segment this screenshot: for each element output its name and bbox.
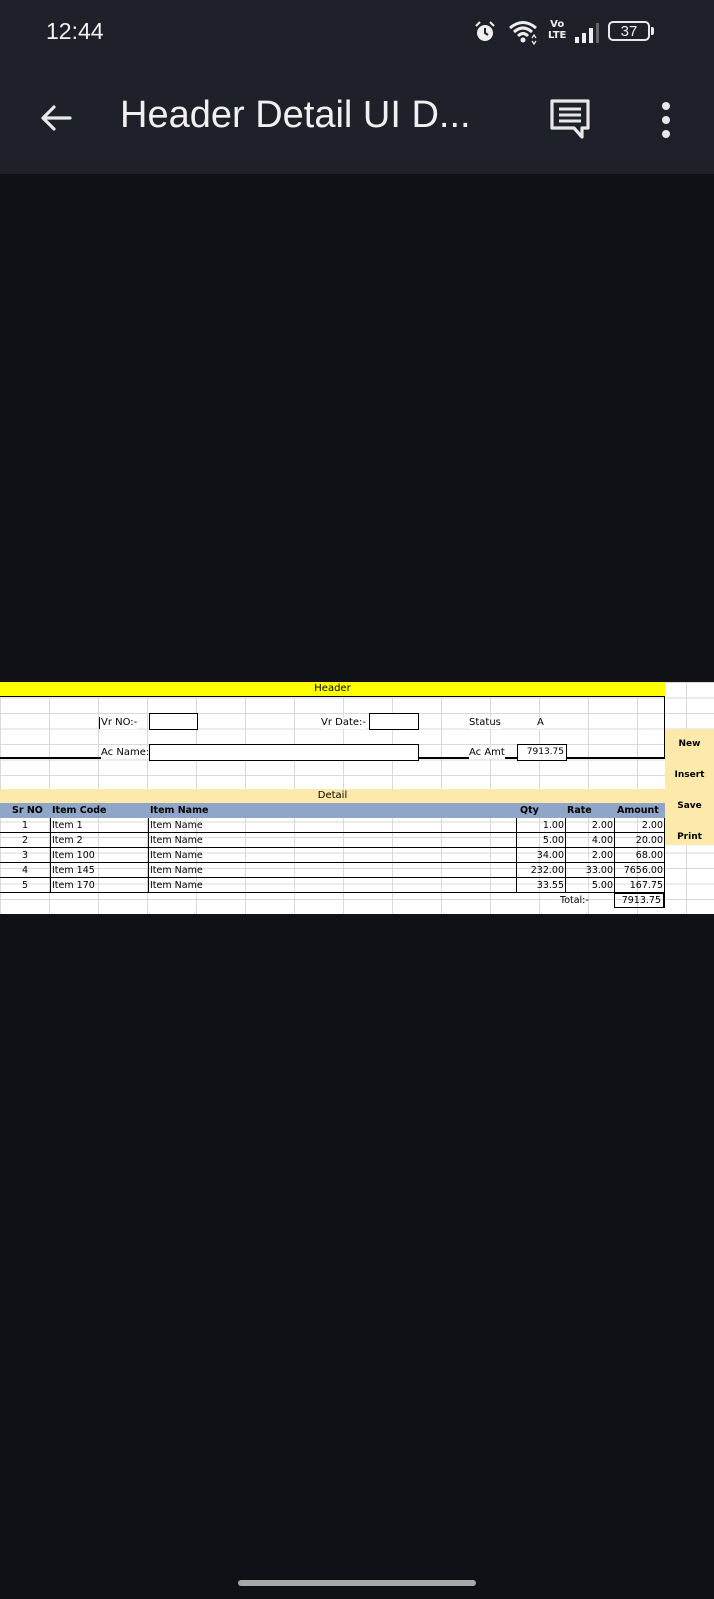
status-bar: 12:44 Vo LTE 37 bbox=[0, 0, 714, 66]
alarm-icon bbox=[475, 21, 495, 41]
col-qty: Qty bbox=[520, 805, 539, 816]
signal-icon bbox=[575, 23, 599, 43]
header-band: Header bbox=[0, 682, 665, 697]
cell-name: Item Name bbox=[150, 880, 203, 891]
page-title: Header Detail UI D... bbox=[120, 94, 471, 136]
cell-sr: 4 bbox=[22, 865, 29, 876]
gesture-nav-bar[interactable] bbox=[238, 1580, 476, 1586]
new-button[interactable]: New bbox=[665, 739, 714, 749]
wifi-icon bbox=[509, 21, 537, 45]
cell-code: Item 100 bbox=[52, 850, 95, 861]
cell-sr: 1 bbox=[22, 820, 29, 831]
col-divider bbox=[565, 818, 566, 893]
battery-icon: 37 bbox=[608, 21, 650, 41]
cell-qty: 232.00 bbox=[530, 865, 564, 876]
action-buttons-panel: New Insert Save Print bbox=[665, 729, 714, 845]
col-sr-no: Sr NO bbox=[12, 805, 43, 816]
spreadsheet-image[interactable]: Header Vr NO:- Vr Date:- Status A Ac Nam… bbox=[0, 682, 714, 914]
cell-code: Item 1 bbox=[52, 820, 83, 831]
save-button[interactable]: Save bbox=[665, 801, 714, 811]
cell-code: Item 2 bbox=[52, 835, 83, 846]
col-divider bbox=[614, 818, 615, 893]
ac-name-label: Ac Name: bbox=[101, 747, 150, 759]
cell-rate: 33.00 bbox=[585, 865, 613, 876]
cell-qty: 5.00 bbox=[542, 835, 564, 846]
cell-name: Item Name bbox=[150, 835, 203, 846]
ac-amt-field[interactable]: 7913.75 bbox=[517, 744, 567, 761]
comment-icon[interactable] bbox=[548, 97, 592, 141]
col-divider bbox=[516, 818, 517, 893]
status-icons: Vo LTE 37 bbox=[474, 18, 714, 46]
col-divider bbox=[664, 818, 665, 908]
cell-name: Item Name bbox=[150, 850, 203, 861]
cell-name: Item Name bbox=[150, 820, 203, 831]
vr-no-label: Vr NO:- bbox=[99, 717, 138, 729]
clock: 12:44 bbox=[46, 18, 104, 44]
cell-amount: 20.00 bbox=[635, 835, 663, 846]
cell-sr: 2 bbox=[22, 835, 29, 846]
status-label: Status bbox=[469, 717, 501, 729]
col-divider bbox=[148, 818, 149, 893]
col-rate: Rate bbox=[567, 805, 592, 816]
cell-sr: 3 bbox=[22, 850, 29, 861]
vr-no-field[interactable] bbox=[149, 713, 198, 730]
ac-amt-label: Ac Amt bbox=[469, 747, 505, 759]
vr-date-label: Vr Date:- bbox=[321, 717, 367, 729]
back-arrow-icon[interactable] bbox=[36, 98, 76, 138]
cell-amount: 2.00 bbox=[641, 820, 663, 831]
cell-name: Item Name bbox=[150, 865, 203, 876]
total-label: Total:- bbox=[560, 895, 589, 906]
print-button[interactable]: Print bbox=[665, 832, 714, 842]
insert-button[interactable]: Insert bbox=[665, 770, 714, 780]
app-bar: Header Detail UI D... bbox=[0, 66, 714, 174]
cell-rate: 4.00 bbox=[591, 835, 613, 846]
volte-bottom: LTE bbox=[548, 30, 567, 41]
cell-rate: 2.00 bbox=[591, 850, 613, 861]
cell-qty: 33.55 bbox=[536, 880, 564, 891]
battery-tip bbox=[651, 27, 654, 35]
ac-name-field[interactable] bbox=[149, 744, 419, 761]
cell-rate: 5.00 bbox=[591, 880, 613, 891]
total-value: 7913.75 bbox=[614, 893, 664, 908]
cell-code: Item 145 bbox=[52, 865, 95, 876]
cell-qty: 1.00 bbox=[542, 820, 564, 831]
col-item-name: Item Name bbox=[150, 805, 209, 816]
col-amount: Amount bbox=[617, 805, 659, 816]
volte-top: Vo bbox=[550, 19, 565, 30]
cell-amount: 7656.00 bbox=[623, 865, 663, 876]
cell-amount: 68.00 bbox=[635, 850, 663, 861]
col-item-code: Item Code bbox=[52, 805, 107, 816]
cell-qty: 34.00 bbox=[536, 850, 564, 861]
col-divider bbox=[50, 818, 51, 893]
cell-code: Item 170 bbox=[52, 880, 95, 891]
more-vert-icon[interactable] bbox=[652, 98, 680, 142]
cell-rate: 2.00 bbox=[591, 820, 613, 831]
status-value: A bbox=[537, 717, 544, 729]
vr-date-field[interactable] bbox=[369, 713, 419, 730]
detail-band: Detail bbox=[0, 789, 665, 803]
volte-indicator: Vo LTE bbox=[548, 19, 566, 41]
battery-level: 37 bbox=[620, 23, 638, 40]
cell-sr: 5 bbox=[22, 880, 29, 891]
cell-amount: 167.75 bbox=[629, 880, 663, 891]
